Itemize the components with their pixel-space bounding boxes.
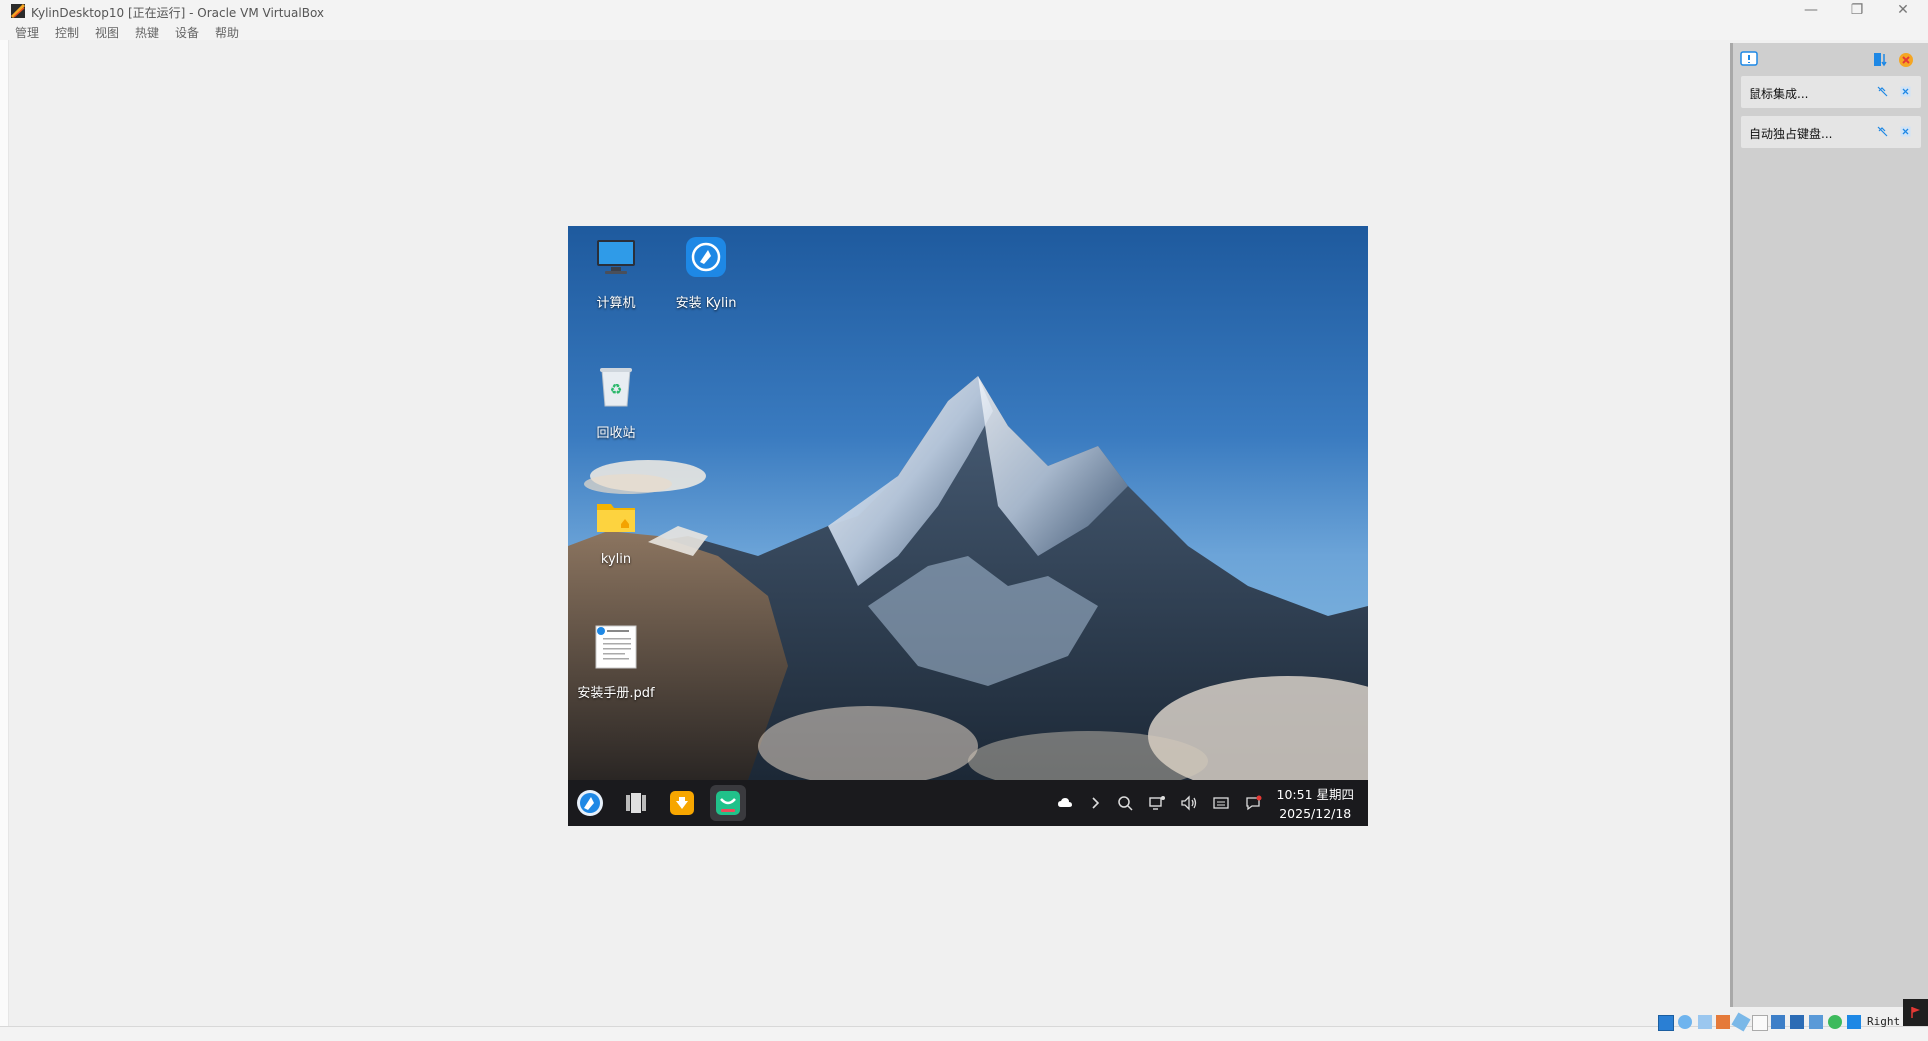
window-title: KylinDesktop10 [正在运行] - Oracle VM Virtua…	[31, 6, 325, 20]
notification-panel-header	[1733, 43, 1928, 73]
mouse-pointer-icon[interactable]	[1847, 1015, 1861, 1029]
mouse-integration-icon[interactable]	[1877, 86, 1888, 97]
host-key-label: Right	[1867, 1015, 1901, 1028]
svg-text:♻: ♻	[610, 382, 623, 398]
notification-panel: 鼠标集成... 自动独占键盘...	[1730, 43, 1928, 1007]
guest-taskbar: 10:51 星期四 2025/12/18	[568, 780, 1368, 826]
desktop-icon-label: 安装 Kylin	[675, 296, 737, 311]
network-adapter-icon[interactable]	[1716, 1015, 1730, 1029]
video-capture-icon[interactable]	[1790, 1015, 1804, 1029]
notification-text: 鼠标集成...	[1749, 87, 1809, 101]
menu-help[interactable]: 帮助	[215, 24, 239, 41]
cloud-icon[interactable]	[1056, 794, 1074, 812]
dismiss-icon[interactable]	[1900, 126, 1911, 137]
software-store-icon	[716, 791, 740, 815]
desktop-icon-trash[interactable]: ♻ 回收站	[571, 364, 661, 444]
hard-disk-icon[interactable]	[1658, 1015, 1674, 1031]
menu-view[interactable]: 视图	[95, 24, 119, 41]
shared-folder-icon[interactable]	[1752, 1015, 1768, 1031]
message-icon[interactable]	[1740, 51, 1758, 69]
left-window-edge	[0, 40, 9, 1040]
recycle-bin-icon: ♻	[600, 368, 632, 407]
virtualbox-logo-icon	[10, 3, 26, 19]
keyboard-icon[interactable]	[1212, 794, 1230, 812]
file-manager-button[interactable]	[664, 785, 700, 821]
vm-screen[interactable]: 计算机 安装 Kylin ♻ 回收站 kylin 安装手册.pdf 10:51 …	[568, 226, 1368, 826]
desktop-icon-home-folder[interactable]: kylin	[571, 494, 661, 574]
cpu-activity-icon[interactable]	[1828, 1015, 1842, 1029]
notification-icon[interactable]	[1244, 794, 1262, 812]
minimize-button[interactable]: —	[1788, 0, 1834, 22]
notification-keyboard-capture[interactable]: 自动独占键盘...	[1741, 116, 1921, 148]
computer-icon	[597, 240, 635, 274]
search-icon[interactable]	[1116, 794, 1134, 812]
notification-text: 自动独占键盘...	[1749, 127, 1833, 141]
desktop-icon-install-kylin[interactable]: 安装 Kylin	[661, 234, 751, 314]
software-store-button[interactable]	[710, 785, 746, 821]
menu-devices[interactable]: 设备	[175, 24, 199, 41]
optical-drive-icon[interactable]	[1678, 1015, 1692, 1029]
display-icon[interactable]	[1771, 1015, 1785, 1029]
file-manager-icon	[670, 791, 694, 815]
folder-icon	[597, 504, 635, 532]
pdf-document-icon	[595, 625, 637, 669]
audio-icon[interactable]	[1698, 1015, 1712, 1029]
chevron-right-icon[interactable]	[1086, 794, 1104, 812]
keyboard-capture-icon[interactable]	[1877, 126, 1888, 137]
status-bar	[0, 1012, 1928, 1041]
desktop-icon-label: 安装手册.pdf	[577, 686, 655, 701]
close-button[interactable]: ✕	[1880, 0, 1926, 22]
install-kylin-icon	[686, 237, 726, 277]
menu-manage[interactable]: 管理	[15, 24, 39, 41]
multitask-view-button[interactable]	[618, 785, 654, 821]
start-menu-button[interactable]	[572, 785, 608, 821]
notification-mouse-integration[interactable]: 鼠标集成...	[1741, 76, 1921, 108]
collapse-icon[interactable]	[1872, 51, 1890, 69]
volume-icon[interactable]	[1180, 794, 1198, 812]
clock-time: 10:51 星期四	[1276, 787, 1355, 802]
corner-flag-icon	[1903, 999, 1928, 1026]
desktop-icon-label: 回收站	[596, 426, 636, 441]
dismiss-icon[interactable]	[1900, 86, 1911, 97]
clock[interactable]: 10:51 星期四 2025/12/18	[1277, 785, 1355, 823]
desktop-icon-label: kylin	[600, 552, 632, 567]
kylin-start-icon	[577, 790, 603, 816]
multitask-icon	[626, 793, 646, 813]
title-bar: KylinDesktop10 [正在运行] - Oracle VM Virtua…	[0, 0, 1928, 22]
clock-date: 2025/12/18	[1279, 806, 1352, 821]
network-icon[interactable]	[1148, 794, 1166, 812]
close-all-icon[interactable]	[1897, 51, 1915, 69]
restore-button[interactable]: ❐	[1834, 0, 1880, 22]
usb-icon[interactable]	[1731, 1012, 1751, 1032]
recording-icon[interactable]	[1809, 1015, 1823, 1029]
desktop-icon-install-manual[interactable]: 安装手册.pdf	[571, 624, 661, 704]
menu-bar: 管理 控制 视图 热键 设备 帮助	[0, 22, 1928, 40]
menu-hotkey[interactable]: 热键	[135, 24, 159, 41]
menu-control[interactable]: 控制	[55, 24, 79, 41]
